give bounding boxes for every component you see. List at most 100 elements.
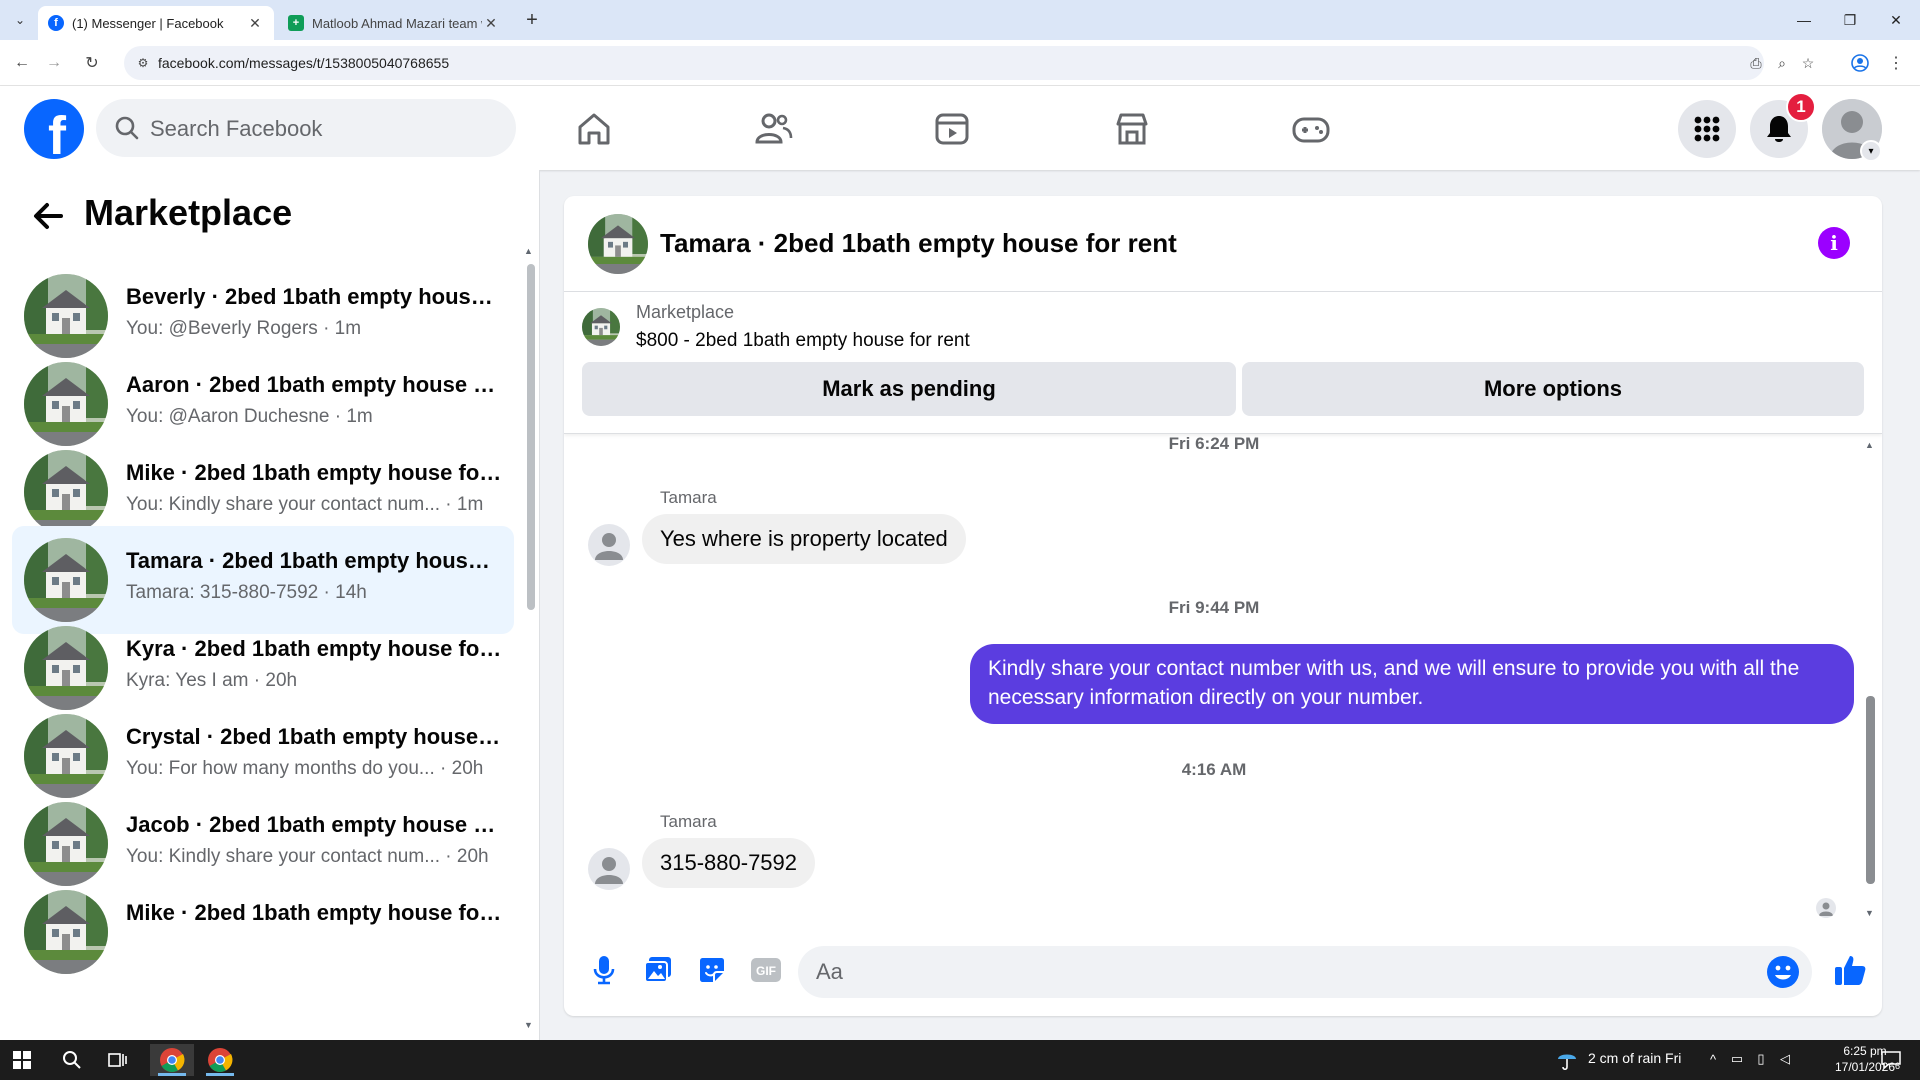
message-input-container[interactable]: [798, 946, 1812, 998]
reload-button[interactable]: ↻: [80, 51, 104, 75]
more-options-button[interactable]: More options: [1242, 362, 1864, 416]
profile-icon[interactable]: [1848, 51, 1872, 75]
friends-icon[interactable]: [750, 106, 796, 152]
marketplace-icon[interactable]: [1109, 106, 1155, 152]
chat-panel: Tamara · 2bed 1bath empty house for rent…: [564, 196, 1882, 1016]
bell-icon: [1767, 116, 1791, 142]
site-info-icon[interactable]: ⚙: [134, 54, 152, 72]
svg-text:GIF: GIF: [756, 964, 776, 978]
listing-thumbnail: [24, 274, 108, 358]
thread-item[interactable]: Mike · 2bed 1bath empty house for rent: [12, 878, 514, 986]
home-icon[interactable]: [571, 106, 617, 152]
back-arrow-button[interactable]: [28, 196, 68, 236]
microphone-icon[interactable]: [586, 952, 622, 988]
gif-icon[interactable]: GIF: [748, 952, 784, 988]
mark-as-pending-button[interactable]: Mark as pending: [582, 362, 1236, 416]
incoming-message[interactable]: 315-880-7592: [642, 838, 816, 888]
zoom-icon[interactable]: ⌕: [1772, 54, 1792, 72]
listing-thumbnail: [24, 890, 108, 974]
video-icon[interactable]: [929, 106, 975, 152]
tab-title: (1) Messenger | Facebook: [72, 15, 224, 31]
message-timestamp: Fri 6:24 PM: [1168, 434, 1260, 453]
thumbs-up-icon[interactable]: [1830, 952, 1870, 988]
listing-thumbnail: [24, 538, 108, 622]
sender-avatar[interactable]: [588, 524, 630, 566]
thread-preview: You: Kindly share your contact num... · …: [126, 494, 484, 515]
facebook-logo[interactable]: f: [24, 99, 84, 159]
search-facebook-field[interactable]: Search Facebook: [96, 99, 516, 157]
scroll-down-arrow-icon[interactable]: ▼: [524, 1020, 533, 1030]
listing-thumbnail: [24, 714, 108, 798]
svg-text:6: 6: [1895, 1061, 1900, 1070]
bookmark-star-icon[interactable]: ☆: [1798, 54, 1818, 72]
menu-grid-button[interactable]: [1678, 100, 1736, 158]
sender-avatar[interactable]: [588, 848, 630, 890]
url-text[interactable]: facebook.com/messages/t/1538005040768655: [158, 55, 449, 71]
message-composer: GIF: [564, 936, 1882, 1016]
close-tab-icon[interactable]: ✕: [246, 14, 264, 32]
network-icon[interactable]: ▭: [1728, 1050, 1746, 1068]
message-list: Fri 6:24 PM Tamara Yes where is property…: [564, 434, 1882, 924]
restore-button[interactable]: ❐: [1830, 6, 1870, 34]
thread-title: Aaron · 2bed 1bath empty house for rent: [126, 372, 502, 397]
weather-text[interactable]: 2 cm of rain Fri: [1588, 1050, 1681, 1066]
install-app-icon[interactable]: ⎙: [1746, 54, 1766, 72]
photo-attach-icon[interactable]: [640, 952, 676, 988]
gaming-icon[interactable]: [1288, 106, 1334, 152]
windows-start-icon[interactable]: [0, 1044, 44, 1076]
chrome-taskbar-icon[interactable]: [150, 1044, 194, 1076]
tab-messenger[interactable]: f (1) Messenger | Facebook ✕: [38, 6, 274, 40]
chat-scrollbar[interactable]: [1866, 696, 1875, 884]
facebook-favicon-icon: f: [48, 15, 64, 31]
thread-preview: You: @Aaron Duchesne · 1m: [126, 406, 373, 427]
chevron-up-icon[interactable]: ^: [1704, 1050, 1722, 1068]
grid-icon: [1694, 116, 1720, 142]
chrome-taskbar-icon-2[interactable]: [198, 1044, 242, 1076]
listing-thumbnail: [24, 362, 108, 446]
listing-thumbnail[interactable]: [582, 308, 620, 346]
notification-center-icon[interactable]: 6: [1880, 1050, 1902, 1070]
listing-avatar[interactable]: [588, 214, 648, 274]
volume-icon[interactable]: ◁: [1776, 1050, 1794, 1068]
thread-title: Mike · 2bed 1bath empty house for rent: [126, 900, 502, 925]
task-view-icon[interactable]: [96, 1044, 140, 1076]
emoji-icon[interactable]: [1766, 955, 1800, 989]
scroll-up-arrow-icon[interactable]: ▲: [524, 246, 533, 256]
message-timestamp: Fri 9:44 PM: [1168, 598, 1260, 617]
weather-umbrella-icon[interactable]: [1556, 1049, 1578, 1071]
outgoing-message[interactable]: Kindly share your contact number with us…: [970, 644, 1854, 724]
back-button[interactable]: ←: [10, 51, 34, 75]
thread-title: Jacob · 2bed 1bath empty house for rent: [126, 812, 502, 837]
sticker-icon[interactable]: [694, 952, 730, 988]
thread-title: Mike · 2bed 1bath empty house for rent: [126, 460, 502, 485]
message-input[interactable]: [816, 958, 1756, 986]
minimize-button[interactable]: —: [1784, 6, 1824, 34]
chevron-down-icon[interactable]: ▾: [1860, 140, 1882, 162]
address-bar[interactable]: ⚙ facebook.com/messages/t/15380050407686…: [124, 46, 1814, 80]
thread-title: Crystal · 2bed 1bath empty house for ren…: [126, 724, 502, 749]
listing-thumbnail: [24, 802, 108, 886]
browser-tab-bar: ⌄ f (1) Messenger | Facebook ✕ + Matloob…: [0, 0, 1920, 40]
chat-title[interactable]: Tamara · 2bed 1bath empty house for rent: [660, 228, 1177, 259]
info-icon[interactable]: i: [1818, 227, 1850, 259]
search-icon[interactable]: [50, 1044, 94, 1076]
close-window-button[interactable]: ✕: [1876, 6, 1916, 34]
thread-preview: Tamara: 315-880-7592 · 14h: [126, 582, 367, 603]
thread-preview: Kyra: Yes I am · 20h: [126, 670, 298, 691]
scroll-down-arrow-icon[interactable]: ▼: [1865, 908, 1874, 918]
forward-button[interactable]: →: [42, 51, 66, 75]
back-arrow-icon: [34, 203, 63, 229]
browser-menu-icon[interactable]: ⋮: [1884, 51, 1908, 75]
thread-preview: You: Kindly share your contact num... · …: [126, 846, 489, 867]
new-tab-button[interactable]: +: [520, 8, 544, 32]
tab-sheets[interactable]: + Matloob Ahmad Mazari team w ✕: [278, 6, 510, 40]
listing-title[interactable]: $800 - 2bed 1bath empty house for rent: [636, 330, 970, 352]
close-tab-icon[interactable]: ✕: [482, 14, 500, 32]
search-icon: [115, 116, 139, 140]
sender-name: Tamara: [660, 488, 717, 507]
sidebar-scrollbar[interactable]: [527, 264, 535, 610]
scroll-up-arrow-icon[interactable]: ▲: [1865, 440, 1874, 450]
battery-icon[interactable]: ▯: [1752, 1050, 1770, 1068]
tab-search-button[interactable]: ⌄: [8, 8, 32, 32]
incoming-message[interactable]: Yes where is property located: [642, 514, 966, 564]
